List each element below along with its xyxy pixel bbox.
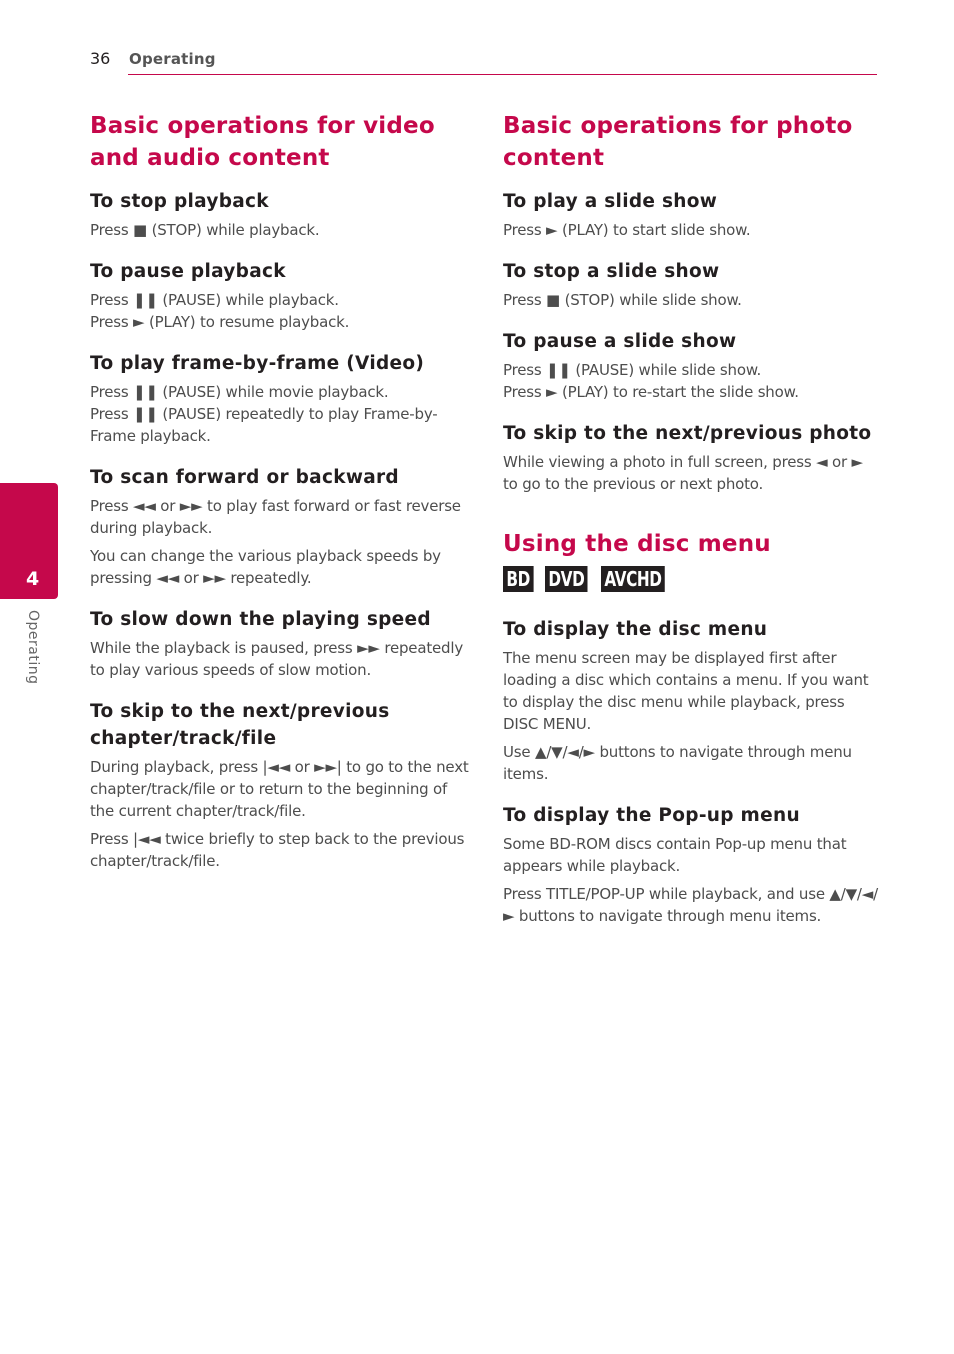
subsection-heading: To display the disc menu xyxy=(503,619,768,640)
subsection-heading: To play frame-by-frame (Video) xyxy=(90,353,425,374)
subsection: To scan forward or backward Press ◄◄ or ►… xyxy=(90,464,470,589)
body-paragraph: You can change the various playback spee… xyxy=(90,547,441,587)
subsection: To play frame-by-frame (Video) Press ❚❚ (… xyxy=(90,350,470,447)
subsection-heading: To skip to the next/previous photo xyxy=(503,423,872,444)
disc-type-badges: BD DVD AVCHD xyxy=(503,566,881,592)
body-paragraph: Press ► (PLAY) to start slide show. xyxy=(503,221,751,239)
subsection-heading: To play a slide show xyxy=(503,191,718,212)
body-paragraph: While the playback is paused, press ►► r… xyxy=(90,639,464,679)
subsection-heading: To display the Pop-up menu xyxy=(503,805,800,826)
body-paragraph: Use ▲/▼/◄/► buttons to navigate through … xyxy=(503,743,852,783)
body-paragraph: The menu screen may be displayed first a… xyxy=(503,649,869,733)
left-sections: To stop playback Press ■ (STOP) while pla… xyxy=(90,188,470,872)
body-paragraph: During playback, press |◄◄ or ►►| to go … xyxy=(90,758,469,820)
subsection: To pause a slide show Press ❚❚ (PAUSE) wh… xyxy=(503,328,881,403)
body-paragraph: Press ◄◄ or ►► to play fast forward or f… xyxy=(90,497,461,537)
subsection-heading: To pause playback xyxy=(90,261,286,282)
subsection: To stop a slide show Press ■ (STOP) while… xyxy=(503,258,881,311)
disc-badge-dvd: DVD xyxy=(544,566,588,592)
subsection-heading: To pause a slide show xyxy=(503,331,737,352)
subsection-heading: To skip to the next/previous chapter/tra… xyxy=(90,701,390,749)
subsection: To skip to the next/previous chapter/tra… xyxy=(90,698,470,872)
chapter-side-label: Operating xyxy=(25,610,41,685)
subsection-heading: To slow down the playing speed xyxy=(90,609,431,630)
running-head: Operating xyxy=(129,50,216,68)
subsection: To display the disc menu The menu screen … xyxy=(503,616,881,785)
subsection-heading: To stop a slide show xyxy=(503,261,720,282)
disc-badge-avchd: AVCHD xyxy=(600,566,665,592)
subsection-heading: To scan forward or backward xyxy=(90,467,399,488)
disc-badge-bd: BD xyxy=(503,566,534,592)
subsection: To play a slide show Press ► (PLAY) to st… xyxy=(503,188,881,241)
body-paragraph: Press ■ (STOP) while slide show. xyxy=(503,291,742,309)
subsection: To stop playback Press ■ (STOP) while pla… xyxy=(90,188,470,241)
section-title-photo: Basic operations for photo content xyxy=(503,113,853,171)
section-title-disc-menu: Using the disc menu xyxy=(503,531,771,557)
body-paragraph: While viewing a photo in full screen, pr… xyxy=(503,453,863,493)
disc-menu-sections: To display the disc menu The menu screen … xyxy=(503,616,881,927)
header-rule xyxy=(128,74,877,75)
subsection-heading: To stop playback xyxy=(90,191,269,212)
body-paragraph: Press ❚❚ (PAUSE) while slide show. Press… xyxy=(503,361,799,401)
page-number: 36 xyxy=(90,49,111,68)
body-paragraph: Press TITLE/POP-UP while playback, and u… xyxy=(503,885,878,925)
right-column: Basic operations for photo content To pl… xyxy=(503,110,881,944)
section-title-video-audio: Basic operations for video and audio con… xyxy=(90,113,435,171)
subsection: To slow down the playing speed While the … xyxy=(90,606,470,681)
body-paragraph: Press ❚❚ (PAUSE) while movie playback. P… xyxy=(90,383,438,445)
subsection: To display the Pop-up menu Some BD-ROM di… xyxy=(503,802,881,927)
body-paragraph: Press ❚❚ (PAUSE) while playback. Press ►… xyxy=(90,291,350,331)
subsection: To pause playback Press ❚❚ (PAUSE) while … xyxy=(90,258,470,333)
left-column: Basic operations for video and audio con… xyxy=(90,110,470,889)
body-paragraph: Press |◄◄ twice briefly to step back to … xyxy=(90,830,465,870)
body-paragraph: Some BD-ROM discs contain Pop-up menu th… xyxy=(503,835,847,875)
body-paragraph: Press ■ (STOP) while playback. xyxy=(90,221,320,239)
chapter-number: 4 xyxy=(26,568,40,590)
subsection: To skip to the next/previous photo While … xyxy=(503,420,881,495)
right-sections: To play a slide show Press ► (PLAY) to st… xyxy=(503,188,881,495)
